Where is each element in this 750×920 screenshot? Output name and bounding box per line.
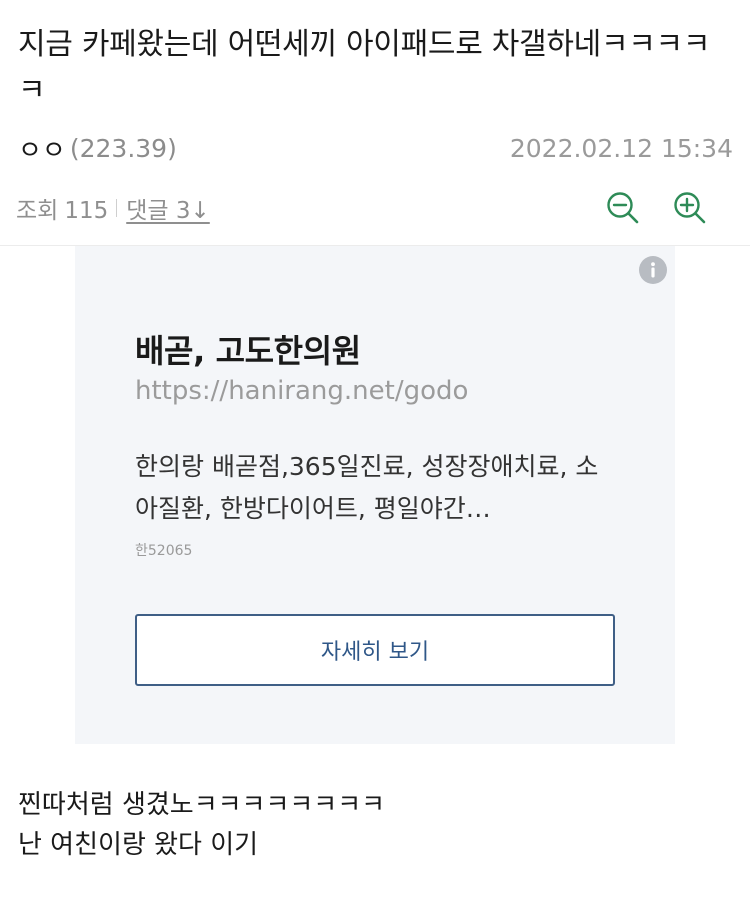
post-body-line: 난 여친이랑 왔다 이기 xyxy=(18,830,259,860)
comments-link[interactable]: 댓글 3↓ xyxy=(126,191,210,225)
author-ip: (223.39) xyxy=(69,133,177,163)
ad-description: 한의랑 배곧점,365일진료, 성장장애치료, 소아질환, 한방다이어트, 평일… xyxy=(135,452,599,523)
post-date: 2022.02.12 15:34 xyxy=(509,133,733,163)
zoom-in-icon xyxy=(674,192,706,224)
ad-url[interactable]: https://hanirang.net/godo xyxy=(135,376,468,406)
zoom-out-button[interactable] xyxy=(603,188,643,228)
meta-divider xyxy=(116,199,118,217)
info-icon[interactable] xyxy=(639,256,667,284)
meta-row: 조회 115 댓글 3↓ xyxy=(16,186,710,230)
post-title: 지금 카페왔는데 어떤세끼 아이패드로 차갤하네ㅋㅋㅋㅋㅋ xyxy=(18,27,711,108)
post-body-line: 찐따처럼 생겼노ㅋㅋㅋㅋㅋㅋㅋㅋ xyxy=(18,790,386,820)
zoom-controls xyxy=(603,188,710,228)
zoom-out-icon xyxy=(607,192,639,224)
view-count: 조회 115 xyxy=(16,191,108,225)
zoom-in-button[interactable] xyxy=(670,188,710,228)
author-name[interactable]: ㅇㅇ xyxy=(18,130,66,167)
ad-code: 한52065 xyxy=(135,543,193,559)
ad-card[interactable]: 배곧, 고도한의원 https://hanirang.net/godo 한의랑 … xyxy=(75,246,675,744)
author-row: ㅇㅇ (223.39) 2022.02.12 15:34 xyxy=(18,128,733,168)
view-count-value: 115 xyxy=(64,198,109,224)
post-body: 찐따처럼 생겼노ㅋㅋㅋㅋㅋㅋㅋㅋ 난 여친이랑 왔다 이기 xyxy=(18,785,733,865)
post-header: 지금 카페왔는데 어떤세끼 아이패드로 차갤하네ㅋㅋㅋㅋㅋ ㅇㅇ (223.39… xyxy=(0,0,750,246)
author-info: ㅇㅇ (223.39) xyxy=(18,130,177,167)
ad-details-button[interactable]: 자세히 보기 xyxy=(135,614,615,686)
ad-title[interactable]: 배곧, 고도한의원 xyxy=(135,326,361,372)
view-count-label: 조회 xyxy=(16,198,59,224)
